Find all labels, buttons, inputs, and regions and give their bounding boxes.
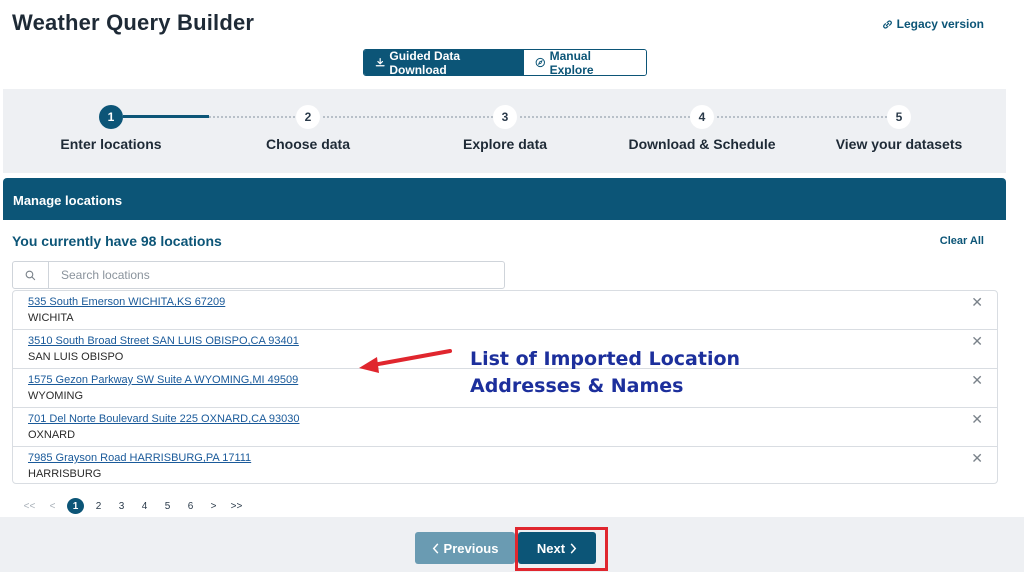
pagination-page[interactable]: 2 bbox=[87, 498, 110, 514]
step-number: 2 bbox=[296, 105, 320, 129]
step-label: View your datasets bbox=[835, 136, 963, 152]
legacy-version-link[interactable]: Legacy version bbox=[882, 17, 984, 31]
close-icon[interactable]: ✕ bbox=[971, 372, 983, 389]
list-item: 701 Del Norte Boulevard Suite 225 OXNARD… bbox=[13, 408, 997, 447]
search-icon bbox=[25, 270, 36, 280]
step-connector bbox=[717, 116, 887, 119]
chevron-left-icon bbox=[432, 542, 438, 554]
pagination-page[interactable]: 3 bbox=[110, 498, 133, 514]
download-icon bbox=[375, 58, 385, 67]
location-name: OXNARD bbox=[28, 429, 76, 441]
annotation-arrow-icon bbox=[359, 349, 452, 373]
step-label: Choose data bbox=[265, 136, 350, 152]
page-title: Weather Query Builder bbox=[12, 10, 255, 35]
step-number: 4 bbox=[690, 105, 714, 129]
list-item: 535 South Emerson WICHITA,KS 67209 WICHI… bbox=[13, 291, 997, 330]
manage-locations-header: Manage locations bbox=[3, 178, 1006, 220]
pagination-page-current[interactable]: 1 bbox=[64, 498, 87, 514]
step-connector-complete bbox=[123, 115, 209, 118]
manual-explore-label: Manual Explore bbox=[549, 49, 594, 76]
mode-toggle: Guided Data Download Manual Explore bbox=[363, 49, 647, 76]
close-icon[interactable]: ✕ bbox=[971, 333, 983, 350]
step-label: Download & Schedule bbox=[628, 136, 776, 152]
search-input[interactable] bbox=[49, 268, 489, 282]
clear-all-button[interactable]: Clear All bbox=[940, 235, 984, 247]
close-icon[interactable]: ✕ bbox=[971, 450, 983, 467]
annotation-text: List of Imported Location Addresses & Na… bbox=[470, 346, 740, 400]
location-count: You currently have 98 locations bbox=[12, 233, 222, 249]
location-address-link[interactable]: 7985 Grayson Road HARRISBURG,PA 17111 bbox=[28, 451, 997, 465]
pagination-page[interactable]: 6 bbox=[179, 498, 202, 514]
pagination-first[interactable]: << bbox=[18, 498, 41, 514]
location-address-link[interactable]: 701 Del Norte Boulevard Suite 225 OXNARD… bbox=[28, 412, 997, 426]
legacy-link-label: Legacy version bbox=[896, 17, 984, 31]
pagination: << < 1 2 3 4 5 6 > >> bbox=[18, 498, 248, 514]
page-number: 1 bbox=[67, 498, 84, 514]
location-name: HARRISBURG bbox=[28, 468, 102, 480]
pagination-prev[interactable]: < bbox=[41, 498, 64, 514]
step-connector bbox=[323, 116, 493, 119]
compass-icon bbox=[535, 57, 545, 68]
step-label: Enter locations bbox=[60, 136, 162, 152]
location-name: WICHITA bbox=[28, 312, 74, 324]
pagination-page[interactable]: 4 bbox=[133, 498, 156, 514]
pagination-page[interactable]: 5 bbox=[156, 498, 179, 514]
step-number: 5 bbox=[887, 105, 911, 129]
guided-download-button[interactable]: Guided Data Download bbox=[364, 50, 524, 75]
progress-stepper: 1 Enter locations 2 Choose data 3 Explor… bbox=[3, 89, 1006, 173]
location-address-link[interactable]: 535 South Emerson WICHITA,KS 67209 bbox=[28, 295, 997, 309]
link-icon bbox=[882, 19, 892, 29]
pagination-next[interactable]: > bbox=[202, 498, 225, 514]
step-connector bbox=[209, 116, 295, 119]
list-item: 7985 Grayson Road HARRISBURG,PA 17111 HA… bbox=[13, 447, 997, 483]
search-icon-container bbox=[13, 262, 49, 288]
close-icon[interactable]: ✕ bbox=[971, 294, 983, 311]
step-number: 3 bbox=[493, 105, 517, 129]
search-box bbox=[12, 261, 505, 289]
pagination-last[interactable]: >> bbox=[225, 498, 248, 514]
step-connector bbox=[520, 116, 690, 119]
manual-explore-button[interactable]: Manual Explore bbox=[524, 50, 646, 75]
guided-download-label: Guided Data Download bbox=[389, 49, 461, 76]
next-button-highlight bbox=[515, 527, 608, 571]
previous-label: Previous bbox=[443, 540, 499, 556]
close-icon[interactable]: ✕ bbox=[971, 411, 983, 428]
previous-button[interactable]: Previous bbox=[415, 532, 515, 564]
step-label: Explore data bbox=[462, 136, 548, 152]
annotation-line: Addresses & Names bbox=[470, 375, 684, 397]
step-number: 1 bbox=[99, 105, 123, 129]
annotation-line: List of Imported Location bbox=[470, 348, 741, 370]
